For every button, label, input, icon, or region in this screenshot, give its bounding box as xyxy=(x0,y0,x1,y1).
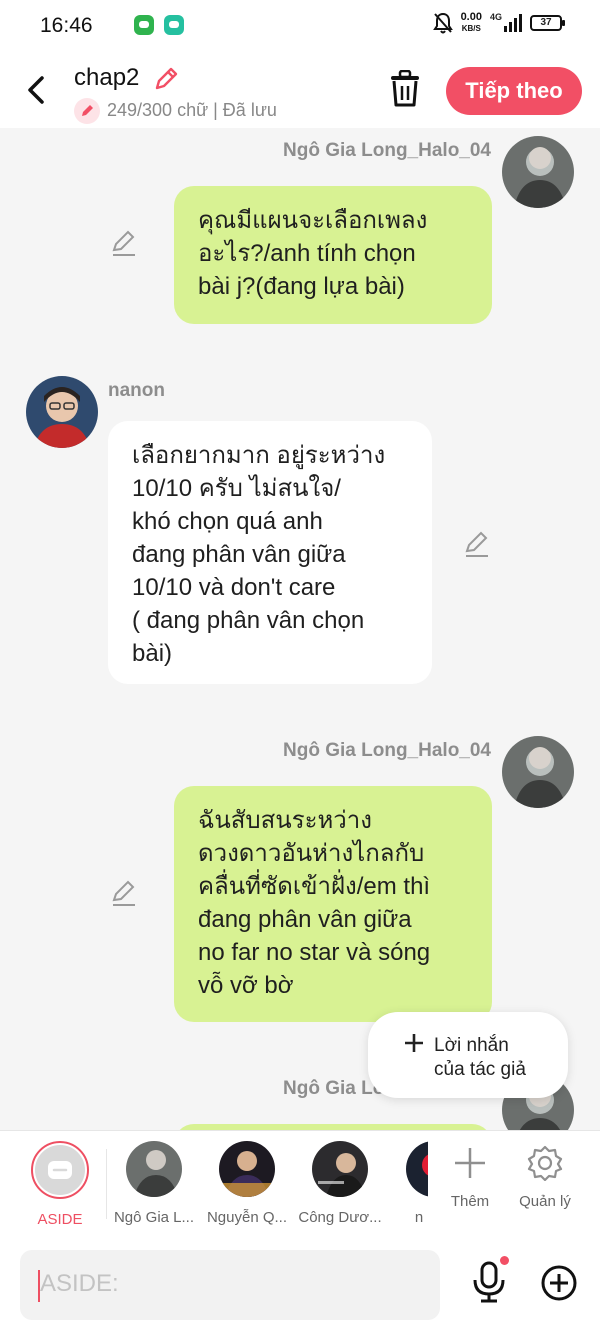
edit-message-icon[interactable] xyxy=(110,230,138,258)
gear-icon xyxy=(527,1145,563,1181)
character-nguyen-q[interactable]: Nguyễn Q... xyxy=(202,1141,292,1226)
plus-icon xyxy=(405,1034,423,1052)
manage-label: Quản lý xyxy=(519,1193,571,1210)
character-cong-duong[interactable]: Công Dươ... xyxy=(295,1141,385,1226)
status-bar: 16:46 0.00 KB/S 4G 37 xyxy=(0,0,600,52)
avatar-ngo-gia-long[interactable] xyxy=(502,136,574,208)
status-time: 16:46 xyxy=(40,14,93,37)
input-placeholder: ASIDE: xyxy=(40,1270,119,1297)
add-label: Thêm xyxy=(450,1193,490,1210)
author-note-label: Lời nhắn của tác giả xyxy=(434,1035,526,1080)
messages-app-icon xyxy=(134,15,154,35)
message-bubble[interactable]: คุณมีแผนจะเลือกเพลง อะไร?/anh tính chọn … xyxy=(174,186,492,324)
message-input[interactable]: ASIDE: xyxy=(20,1250,440,1320)
next-button[interactable]: Tiếp theo xyxy=(446,67,582,115)
chat-area: Ngô Gia Long_Halo_04 คุณมีแผนจะเลือกเพลง… xyxy=(0,128,600,1130)
divider xyxy=(106,1149,107,1219)
character-label: Ngô Gia L... xyxy=(113,1209,195,1226)
character-avatar xyxy=(126,1141,182,1197)
avatar-nanon[interactable] xyxy=(26,376,98,448)
trash-icon[interactable] xyxy=(388,70,422,108)
character-avatar xyxy=(219,1141,275,1197)
character-avatar xyxy=(406,1141,428,1197)
character-avatar xyxy=(312,1141,368,1197)
status-indicators: 0.00 KB/S 4G 37 xyxy=(432,11,565,34)
signal-icon xyxy=(504,14,522,32)
character-label: ASIDE xyxy=(37,1211,83,1228)
chat-app-icon xyxy=(164,15,184,35)
word-count-status: 249/300 chữ | Đã lưu xyxy=(107,100,277,120)
battery-icon: 37 xyxy=(530,15,565,31)
aside-selected-ring xyxy=(31,1141,89,1199)
add-character-button[interactable]: Thêm xyxy=(435,1145,505,1210)
sender-name: Ngô Gia Long_Halo_04 xyxy=(283,140,491,161)
character-label: Công Dươ... xyxy=(298,1209,382,1226)
sender-name: nanon xyxy=(108,380,165,401)
input-area: ASIDE: xyxy=(0,1238,600,1333)
character-aside[interactable]: ASIDE xyxy=(15,1141,105,1228)
rename-pencil-icon[interactable] xyxy=(152,65,180,93)
editor-header: chap2 249/300 chữ | Đã lưu Tiếp theo xyxy=(0,52,600,128)
aside-chat-icon xyxy=(48,1161,72,1179)
message-bubble[interactable]: เลือกยากมาก อยู่ระหว่าง 10/10 ครับ ไม่สน… xyxy=(108,421,432,684)
back-arrow-icon[interactable] xyxy=(22,70,52,110)
add-circle-icon[interactable] xyxy=(540,1264,578,1302)
character-bar: ASIDE Ngô Gia L... Nguyễn Q... Công Dươ.… xyxy=(0,1130,600,1238)
plus-icon xyxy=(455,1148,485,1178)
character-ngo-gia-long[interactable]: Ngô Gia L... xyxy=(109,1141,199,1226)
word-count-pencil-icon xyxy=(74,98,100,124)
net-speed: 0.00 KB/S xyxy=(460,11,482,34)
bell-muted-icon xyxy=(432,12,453,34)
author-note-button[interactable]: Lời nhắn của tác giả xyxy=(368,1012,568,1098)
microphone-icon[interactable] xyxy=(470,1260,508,1304)
chapter-title[interactable]: chap2 xyxy=(74,64,139,92)
character-label: Nguyễn Q... xyxy=(206,1209,288,1226)
sender-name: Ngô Gia Long_Halo_04 xyxy=(283,740,491,761)
network-type: 4G xyxy=(489,12,502,22)
manage-characters-button[interactable]: Quản lý xyxy=(510,1145,580,1210)
edit-message-icon[interactable] xyxy=(110,880,138,908)
message-bubble[interactable]: ฉันสับสนระหว่าง ดวงดาวอันห่างไกลกับ คลื่… xyxy=(174,786,492,1022)
notification-dot xyxy=(500,1256,509,1265)
character-label: n xyxy=(414,1209,424,1226)
avatar-ngo-gia-long[interactable] xyxy=(502,736,574,808)
character-partial[interactable]: n xyxy=(388,1141,428,1226)
edit-message-icon[interactable] xyxy=(463,531,491,559)
